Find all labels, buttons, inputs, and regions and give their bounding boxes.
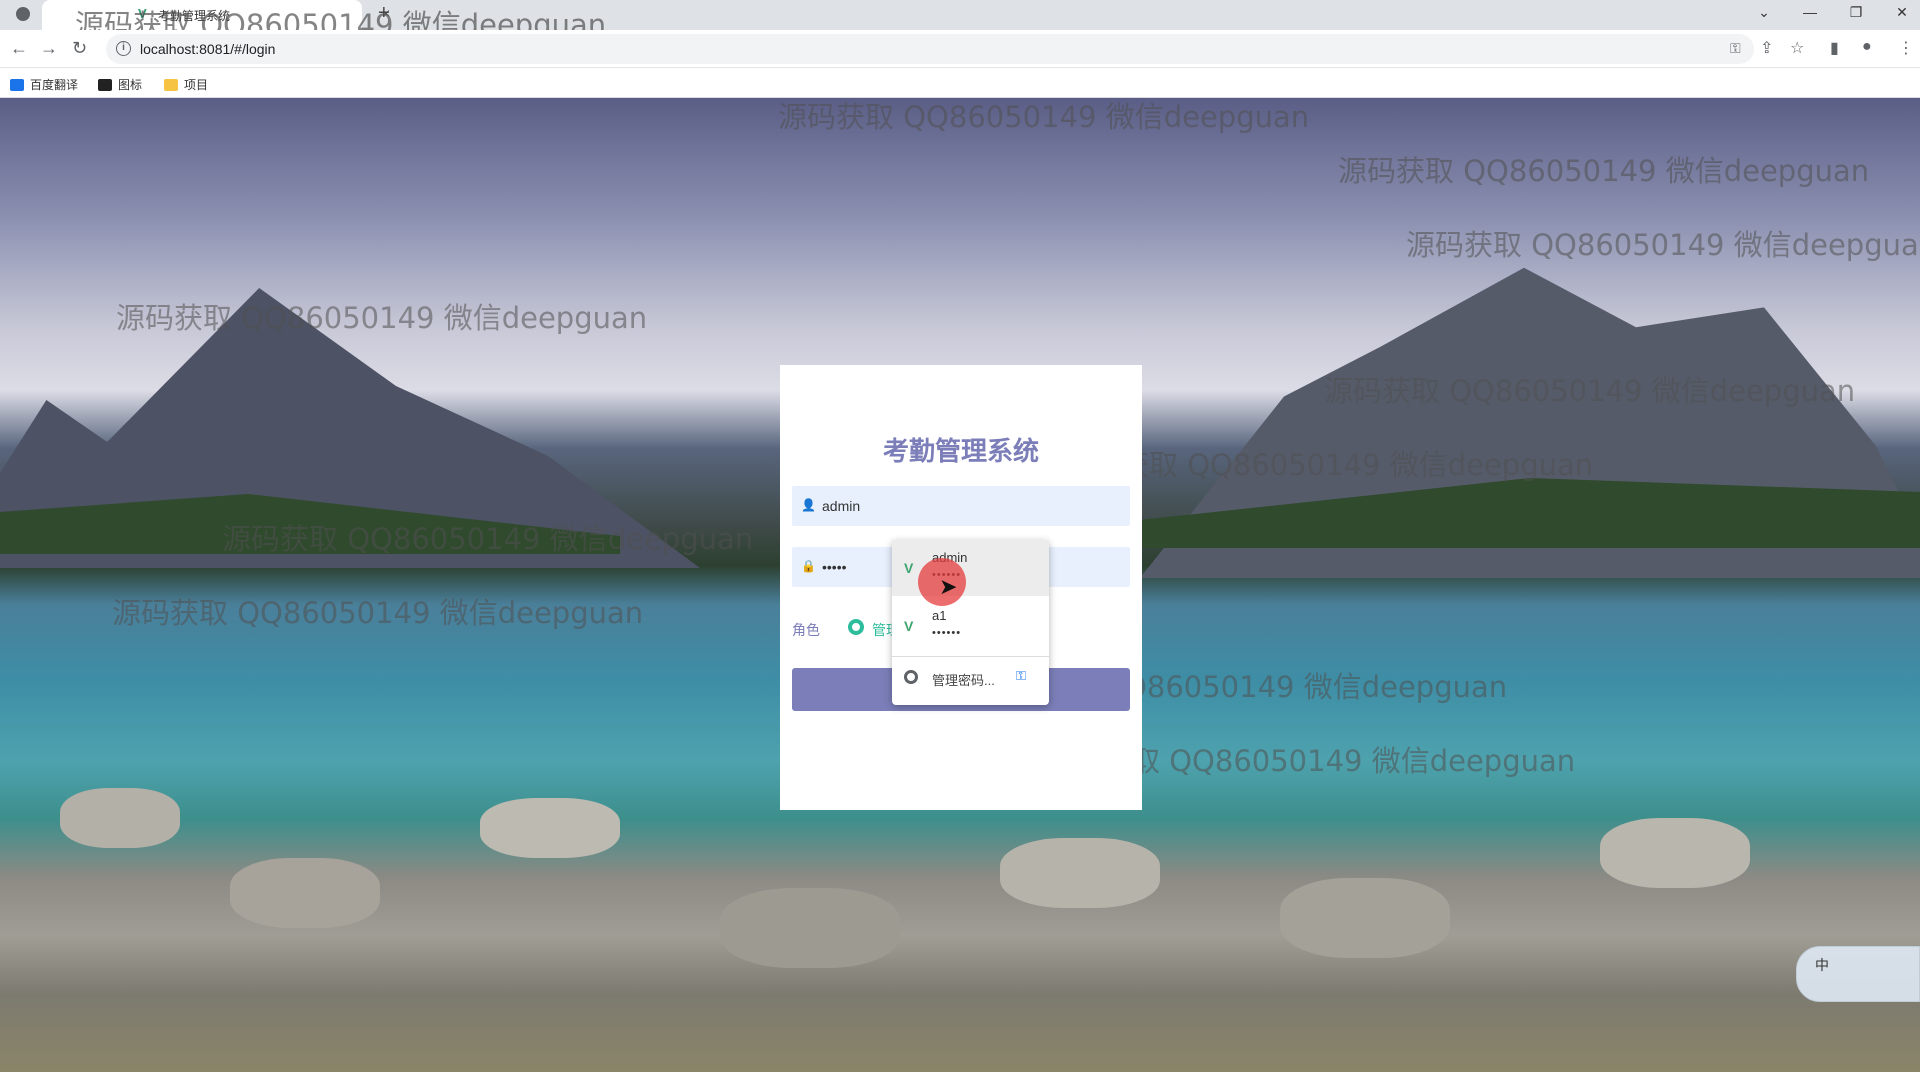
side-panel-icon[interactable]: ▮ (1830, 38, 1839, 58)
chrome-logo-icon (904, 670, 918, 684)
watermark-text: 源码获取 QQ86050149 微信deepguan (1324, 374, 1856, 408)
forward-arrow-icon[interactable]: → (40, 38, 58, 59)
bookmark-label: 图标 (118, 78, 143, 92)
autofill-item[interactable]: V admin •••••• (892, 540, 1049, 596)
page-title: 考勤管理系统 (882, 437, 1039, 467)
ime-mode-label: 中 (1815, 957, 1829, 973)
share-icon[interactable]: ⇪ (1760, 38, 1773, 58)
autofill-username: a1 (932, 608, 947, 623)
tab-search-icon[interactable]: ⌄ (1754, 4, 1774, 21)
browser-toolbar: ← → ↻ i localhost:8081/#/login ⚿ ⇪ ☆ ▮ ●… (0, 30, 1920, 68)
url-text[interactable]: localhost:8081/#/login (140, 41, 275, 57)
profile-avatar-icon[interactable]: ● (1862, 38, 1872, 56)
autofill-item[interactable]: V a1 •••••• (892, 598, 1049, 654)
folder-icon (164, 79, 178, 91)
manage-passwords-link[interactable]: 管理密码... (932, 670, 995, 689)
address-bar[interactable]: i localhost:8081/#/login ⚿ (106, 34, 1754, 64)
mouse-cursor-icon: ➤ (939, 574, 958, 599)
more-menu-icon[interactable]: ⋮ (1898, 38, 1914, 58)
password-value[interactable]: ••••• (822, 559, 847, 575)
back-arrow-icon[interactable]: ← (10, 38, 28, 59)
user-icon: 👤 (801, 498, 816, 512)
reload-icon[interactable]: ↻ (72, 38, 87, 59)
key-icon[interactable]: ⚿ (1730, 40, 1741, 57)
bookmark-label: 项目 (184, 78, 209, 92)
autofill-password: •••••• (932, 627, 962, 639)
watermark-text: 源码获取 QQ86050149 微信deepguan (778, 100, 1310, 134)
lock-icon: 🔒 (801, 559, 816, 573)
watermark-text: 源码获取 QQ86050149 微信deepguan (222, 522, 754, 556)
rock (230, 858, 380, 928)
tab-strip: V 考勤管理系统 × + 源码获取 QQ86050149 微信deepguan … (0, 0, 1920, 42)
browser-menu-icon[interactable] (14, 5, 32, 23)
password-autofill-dropdown: V admin •••••• V a1 •••••• 管理密码... ⚿ (892, 540, 1049, 705)
watermark-text: 源码获取 QQ86050149 微信deepguan (1406, 228, 1920, 262)
site-info-icon[interactable]: i (116, 41, 131, 56)
divider (892, 656, 1049, 657)
bookmark-star-icon[interactable]: ☆ (1790, 38, 1804, 58)
rock (60, 788, 180, 848)
bookmark-label: 百度翻译 (30, 78, 79, 92)
rock (720, 888, 900, 968)
watermark-text: 源码获取 QQ86050149 微信deepguan (1338, 154, 1870, 188)
minimize-button[interactable]: — (1800, 4, 1820, 20)
bookmarks-bar: 百度翻译 图标 项目 (0, 68, 1920, 98)
key-icon: ⚿ (1016, 668, 1026, 683)
username-value[interactable]: admin (822, 498, 860, 514)
username-field[interactable]: 👤 admin (792, 486, 1130, 526)
bookmark-icons[interactable]: 图标 (98, 76, 142, 93)
image-icon (98, 79, 112, 91)
bookmark-translate[interactable]: 百度翻译 (10, 76, 78, 93)
close-window-button[interactable]: ✕ (1892, 4, 1912, 21)
bookmark-folder[interactable]: 项目 (164, 76, 208, 93)
ime-status-widget[interactable]: 中 (1796, 946, 1920, 1002)
role-radio-admin[interactable] (848, 619, 864, 635)
rock (1280, 878, 1450, 958)
rock (1600, 818, 1750, 888)
watermark-text: 源码获取 QQ86050149 微信deepguan (112, 596, 644, 630)
vue-logo-icon: V (904, 618, 914, 634)
vue-logo-icon: V (904, 560, 914, 576)
rock (480, 798, 620, 858)
rock (1000, 838, 1160, 908)
watermark-text: 源码获取 QQ86050149 微信deepguan (116, 301, 648, 335)
role-label: 角色 (792, 622, 820, 638)
restore-button[interactable]: ❐ (1846, 4, 1866, 21)
translate-icon (10, 79, 24, 91)
